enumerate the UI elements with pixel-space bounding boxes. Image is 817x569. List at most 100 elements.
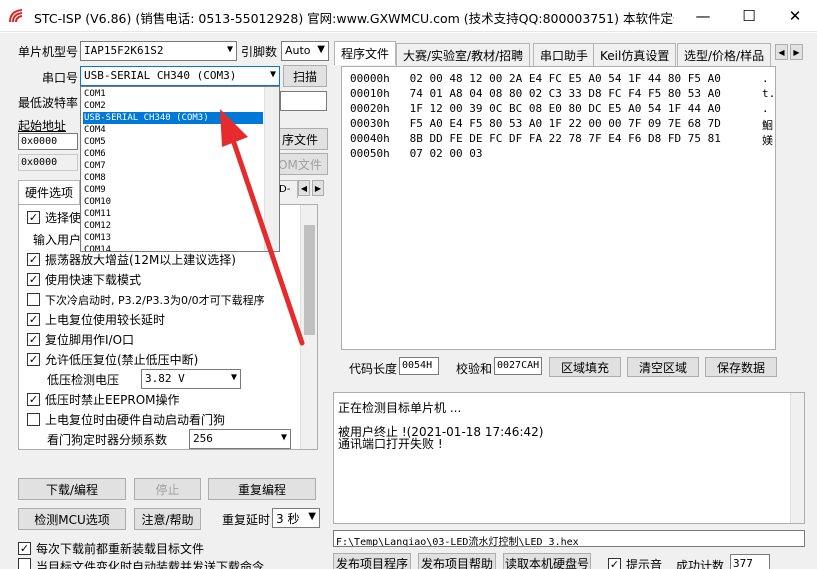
option-auto-watchdog[interactable]: 上电复位时由硬件自动启动看门狗: [27, 411, 225, 428]
publish-help-button[interactable]: 发布项目帮助: [418, 553, 496, 569]
checkbox[interactable]: ✓: [27, 211, 40, 224]
option-label: 输入用户: [33, 233, 82, 247]
tab-scroll-right-button[interactable]: ▶: [312, 180, 324, 196]
lv-detect-select[interactable]: 3.82 V ▼: [141, 369, 241, 389]
detect-mcu-options-button[interactable]: 检测MCU选项: [18, 508, 126, 530]
tab-serial-assistant[interactable]: 串口助手: [533, 43, 596, 67]
notes-help-button[interactable]: 注意/帮助: [134, 508, 201, 530]
close-button[interactable]: ✕: [772, 0, 817, 32]
pin-count-select[interactable]: Auto ▼: [281, 41, 329, 61]
option-label: 低压时禁止EEPROM操作: [45, 393, 180, 407]
hex-bytes[interactable]: 1F 12 00 39 0C BC 08 E0 80 DC E5 A0 54 1…: [410, 102, 721, 115]
checksum-field: 0027CAH: [494, 357, 542, 375]
read-disk-id-button[interactable]: 读取本机硬盘号: [503, 553, 591, 569]
option-low-voltage-reset[interactable]: ✓ 允许低压复位(禁止低压中断): [27, 351, 198, 368]
pin-count-label: 引脚数: [241, 45, 278, 59]
hex-row[interactable]: 00020h 1F 12 00 39 0C BC 08 E0 80 DC E5 …: [350, 102, 769, 115]
auto-send-on-change-option[interactable]: 当目标文件变化时自动装载并发送下载命令: [18, 558, 264, 569]
option-label: 使用快速下载模式: [45, 273, 142, 287]
hex-bytes[interactable]: F5 A0 E4 F5 80 53 A0 1F 22 00 00 7F 09 7…: [410, 117, 721, 130]
tab-contest-lab[interactable]: 大赛/实验室/教材/招聘: [396, 43, 531, 67]
hex-row[interactable]: 00030h F5 A0 E4 F5 80 53 A0 1F 22 00 00 …: [350, 117, 773, 132]
checkbox[interactable]: ✓: [608, 558, 621, 569]
target-file-path: F:\Temp\Lanqiao\03-LED流水灯控制\LED_3.hex: [333, 530, 805, 547]
hex-bytes[interactable]: 02 00 48 12 00 2A E4 FC E5 A0 54 1F 44 8…: [410, 72, 721, 85]
chevron-down-icon: ▼: [226, 44, 233, 55]
hex-ascii: t.: [762, 87, 776, 100]
start-address-label: 起始地址: [18, 119, 67, 133]
save-data-button[interactable]: 保存数据: [705, 357, 777, 377]
beep-option[interactable]: ✓ 提示音: [608, 556, 662, 569]
reload-before-download-option[interactable]: ✓ 每次下载前都重新装载目标文件: [18, 540, 204, 557]
maximize-button[interactable]: ☐: [726, 0, 772, 32]
hex-address: 00020h: [350, 102, 410, 115]
port-option[interactable]: COM1: [83, 88, 263, 100]
hex-bytes[interactable]: 07 02 00 03: [410, 147, 483, 160]
option-long-reset-delay[interactable]: ✓ 上电复位使用较长延时: [27, 311, 165, 328]
option-lv-disable-eeprom[interactable]: ✓ 低压时禁止EEPROM操作: [27, 391, 180, 408]
code-length-label: 代码长度: [349, 362, 398, 376]
stop-button[interactable]: 停止: [134, 478, 201, 500]
hex-ascii: .: [762, 72, 769, 85]
hex-row[interactable]: 00000h 02 00 48 12 00 2A E4 FC E5 A0 54 …: [350, 72, 769, 85]
window-title: STC-ISP (V6.86) (销售电话: 0513-55012928) 官网…: [34, 11, 674, 26]
hex-bytes[interactable]: 8B DD FE DE FC DF FA 22 78 7F E4 F6 D8 F…: [410, 132, 721, 145]
hex-editor[interactable]: 00000h 02 00 48 12 00 2A E4 FC E5 A0 54 …: [341, 66, 776, 350]
tab-hardware-options[interactable]: 硬件选项: [18, 180, 81, 204]
checkbox[interactable]: ✓: [27, 353, 40, 366]
option-label: 每次下载前都重新装载目标文件: [36, 542, 205, 556]
option-lv-detect-label: 低压检测电压: [47, 371, 119, 388]
checkbox[interactable]: ✓: [18, 542, 31, 555]
hex-address: 00050h: [350, 147, 410, 160]
repeat-program-button[interactable]: 重复编程: [208, 478, 316, 500]
checkbox[interactable]: ✓: [27, 313, 40, 326]
checkbox[interactable]: [27, 293, 40, 306]
option-label: 上电复位时由硬件自动启动看门狗: [45, 413, 226, 427]
checkbox[interactable]: ✓: [27, 273, 40, 286]
wdt-prescaler-select[interactable]: 256 ▼: [189, 429, 291, 449]
option-reset-pin-io[interactable]: ✓ 复位脚用作I/O口: [27, 331, 134, 348]
start-address-field[interactable]: 0x0000: [18, 133, 78, 150]
tab-keil-settings[interactable]: Keil仿真设置: [593, 43, 677, 67]
option-label: 上电复位使用较长延时: [45, 313, 166, 327]
port-select[interactable]: USB-SERIAL CH340 (COM3) ▼: [80, 66, 280, 86]
fill-area-button[interactable]: 区域填充: [549, 357, 621, 377]
checkbox[interactable]: [18, 558, 31, 569]
option-fast-download[interactable]: ✓ 使用快速下载模式: [27, 271, 141, 288]
status-log[interactable]: 正在检测目标单片机 ... 被用户终止 !(2021-01-18 17:46:42…: [333, 392, 805, 524]
clear-area-button[interactable]: 清空区域: [627, 357, 699, 377]
hex-address: 00030h: [350, 117, 410, 130]
minimize-button[interactable]: —: [680, 0, 726, 32]
hex-address: 00010h: [350, 87, 410, 100]
chevron-down-icon: ▼: [317, 44, 325, 55]
stc-app-icon: [9, 9, 23, 23]
hex-address: 00040h: [350, 132, 410, 145]
tab-scroll-right-button[interactable]: ▶: [790, 44, 803, 60]
log-scrollbar[interactable]: [790, 393, 804, 523]
hex-row[interactable]: 00010h 74 01 A8 04 08 80 02 C3 33 D8 FC …: [350, 87, 775, 100]
option-label: 选择使: [45, 211, 82, 225]
mcu-model-select[interactable]: IAP15F2K61S2 ▼: [80, 41, 237, 61]
success-count-field: 377: [730, 554, 770, 569]
chevron-down-icon: ▼: [308, 511, 316, 522]
eeprom-address-field[interactable]: 0x0000: [18, 154, 78, 171]
chevron-down-icon: ▼: [230, 372, 237, 383]
download-program-button[interactable]: 下载/编程: [18, 478, 126, 500]
hex-ascii: 媄: [762, 134, 773, 147]
option-label: 看门狗定时器分频系数: [47, 433, 168, 447]
publish-project-button[interactable]: 发布项目程序: [333, 553, 411, 569]
scan-button[interactable]: 扫描: [283, 65, 327, 87]
repeat-delay-select[interactable]: 3 秒 ▼: [272, 508, 320, 528]
hex-bytes[interactable]: 74 01 A8 04 08 80 02 C3 33 D8 FC F4 F5 8…: [410, 87, 721, 100]
tab-selection-price[interactable]: 选型/价格/样品: [677, 43, 772, 67]
hex-ascii: 鮰: [762, 119, 773, 132]
checkbox[interactable]: ✓: [27, 253, 40, 266]
tab-program-file[interactable]: 程序文件: [334, 41, 397, 65]
checkbox[interactable]: ✓: [27, 393, 40, 406]
checkbox[interactable]: ✓: [27, 333, 40, 346]
tab-scroll-left-button[interactable]: ◀: [775, 44, 788, 60]
hex-row[interactable]: 00050h 07 02 00 03: [350, 147, 482, 160]
checkbox[interactable]: [27, 413, 40, 426]
option-select[interactable]: ✓ 选择使: [27, 209, 81, 226]
hex-row[interactable]: 00040h 8B DD FE DE FC DF FA 22 78 7F E4 …: [350, 132, 773, 147]
